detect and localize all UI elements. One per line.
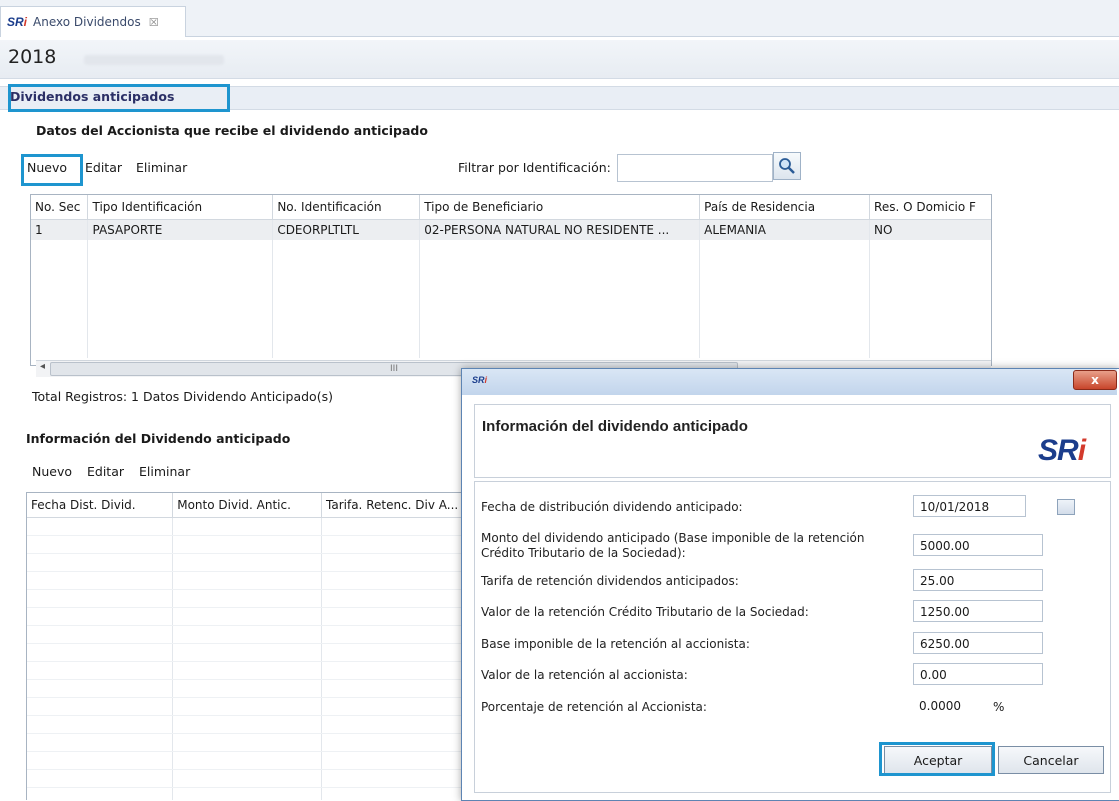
field-label: Base imponible de la retención al accion… bbox=[481, 637, 750, 651]
column-header[interactable]: Tarifa. Retenc. Div A... bbox=[321, 493, 467, 518]
edit-dividend-button[interactable]: Editar bbox=[87, 464, 124, 479]
percent-unit: % bbox=[993, 700, 1005, 714]
field-label: Valor de la retención Crédito Tributario… bbox=[481, 605, 809, 619]
shareholder-retention-field[interactable]: 0.00 bbox=[913, 663, 1043, 685]
new-dividend-button[interactable]: Nuevo bbox=[32, 464, 72, 479]
tab-title: Anexo Dividendos bbox=[33, 15, 141, 29]
filter-label: Filtrar por Identificación: bbox=[458, 160, 611, 175]
close-button[interactable]: x bbox=[1073, 370, 1117, 390]
tab-anexo-dividendos[interactable]: SRi Anexo Dividendos ☒ bbox=[0, 6, 186, 37]
table-row bbox=[27, 553, 467, 572]
table-row bbox=[27, 679, 467, 698]
table-row bbox=[27, 625, 467, 644]
cancel-button[interactable]: Cancelar bbox=[998, 746, 1104, 774]
table-row bbox=[27, 517, 467, 536]
field-label: Porcentaje de retención al Accionista: bbox=[481, 700, 707, 714]
search-icon bbox=[779, 158, 795, 174]
table-row bbox=[27, 571, 467, 590]
search-button[interactable] bbox=[773, 152, 801, 180]
edit-shareholder-button[interactable]: Editar bbox=[85, 160, 122, 175]
table-row bbox=[27, 535, 467, 554]
close-icon[interactable]: ☒ bbox=[149, 16, 159, 29]
column-header[interactable]: Res. O Domicio F bbox=[869, 195, 991, 220]
calendar-icon[interactable] bbox=[1057, 499, 1075, 515]
sri-logo-small: SRi bbox=[472, 375, 488, 385]
field-label: Tarifa de retención dividendos anticipad… bbox=[481, 574, 739, 588]
table-row bbox=[27, 733, 467, 752]
column-header[interactable]: Fecha Dist. Divid. bbox=[27, 493, 174, 518]
field-label: Valor de la retención al accionista: bbox=[481, 668, 688, 682]
company-retention-field[interactable]: 1250.00 bbox=[913, 600, 1043, 622]
field-label: Fecha de distribución dividendo anticipa… bbox=[481, 500, 743, 514]
table-header: Fecha Dist. Divid. Monto Divid. Antic. T… bbox=[27, 493, 467, 518]
table-cell: ALEMANIA bbox=[699, 219, 871, 240]
table-header: No. Sec Tipo Identificación No. Identifi… bbox=[31, 195, 991, 220]
rate-field[interactable]: 25.00 bbox=[913, 569, 1043, 591]
table-row bbox=[27, 751, 467, 770]
percentage-field: 0.0000 bbox=[919, 699, 961, 713]
table-row[interactable]: 1 PASAPORTE CDEORPLTLTL 02-PERSONA NATUR… bbox=[31, 219, 991, 240]
field-label: Monto del dividendo anticipado (Base imp… bbox=[481, 531, 865, 545]
table-cell: 1 bbox=[31, 219, 89, 240]
table-row bbox=[27, 643, 467, 662]
dividends-table: Fecha Dist. Divid. Monto Divid. Antic. T… bbox=[26, 492, 468, 800]
filter-input[interactable] bbox=[617, 154, 773, 182]
dialog-titlebar[interactable]: SRi bbox=[462, 369, 1117, 395]
table-row bbox=[27, 715, 467, 734]
close-icon: x bbox=[1091, 373, 1099, 387]
scroll-left-icon[interactable]: ◂ bbox=[40, 361, 45, 372]
taxable-base-field[interactable]: 6250.00 bbox=[913, 632, 1043, 654]
date-field[interactable]: 10/01/2018 bbox=[913, 495, 1026, 517]
highlight-box bbox=[8, 84, 230, 112]
year-label: 2018 bbox=[8, 46, 57, 68]
dividend-info-title: Información del Dividendo anticipado bbox=[26, 431, 291, 446]
delete-dividend-button[interactable]: Eliminar bbox=[139, 464, 190, 479]
dialog-title: Información del dividendo anticipado bbox=[482, 418, 748, 435]
column-header[interactable]: Tipo Identificación bbox=[87, 195, 274, 220]
highlight-box bbox=[879, 742, 995, 776]
table-row bbox=[27, 787, 467, 800]
redacted-text bbox=[84, 55, 224, 65]
sri-logo-small: SRi bbox=[7, 15, 28, 29]
table-row bbox=[27, 769, 467, 788]
total-records: Total Registros: 1 Datos Dividendo Antic… bbox=[32, 389, 333, 404]
column-header[interactable]: No. Identificación bbox=[272, 195, 421, 220]
column-header[interactable]: Tipo de Beneficiario bbox=[419, 195, 701, 220]
shareholders-table: No. Sec Tipo Identificación No. Identifi… bbox=[30, 194, 992, 366]
column-header[interactable]: Monto Divid. Antic. bbox=[172, 493, 323, 518]
table-row bbox=[27, 589, 467, 608]
table-row bbox=[27, 607, 467, 626]
table-cell: CDEORPLTLTL bbox=[272, 219, 421, 240]
shareholders-title: Datos del Accionista que recibe el divid… bbox=[36, 123, 428, 138]
column-header[interactable]: No. Sec bbox=[31, 195, 89, 220]
field-label: Crédito Tributario de la Sociedad): bbox=[481, 546, 686, 560]
highlight-box bbox=[21, 154, 83, 186]
delete-shareholder-button[interactable]: Eliminar bbox=[136, 160, 187, 175]
amount-field[interactable]: 5000.00 bbox=[913, 534, 1043, 556]
table-cell: 02-PERSONA NATURAL NO RESIDENTE ... bbox=[419, 219, 701, 240]
table-cell: NO bbox=[869, 219, 991, 240]
table-row bbox=[27, 697, 467, 716]
sri-logo: SRi bbox=[1038, 434, 1086, 467]
column-header[interactable]: País de Residencia bbox=[699, 195, 871, 220]
dialog-header bbox=[474, 404, 1111, 478]
table-row bbox=[27, 661, 467, 680]
table-cell: PASAPORTE bbox=[87, 219, 274, 240]
